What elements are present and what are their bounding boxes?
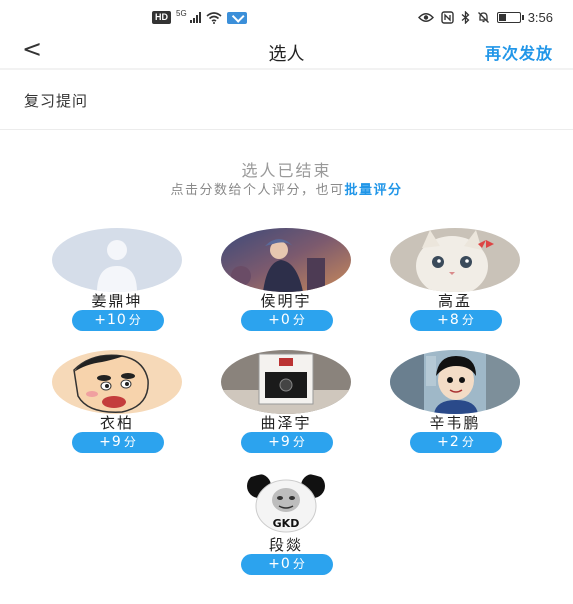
person-card[interactable]: 辛韦鹏 +2 分: [385, 350, 525, 456]
score-value: +0: [268, 556, 291, 572]
nfc-icon: [440, 11, 454, 24]
nav-bar: < 选人 再次发放: [0, 37, 573, 66]
person-name: 侯明宇: [260, 292, 312, 310]
person-card[interactable]: 姜鼎坤 +10 分: [47, 228, 187, 334]
score-value: +8: [437, 312, 460, 328]
score-button[interactable]: +0 分: [241, 554, 333, 575]
score-button[interactable]: +10 分: [72, 310, 164, 331]
score-unit: 分: [292, 435, 306, 449]
resend-button[interactable]: 再次发放: [485, 40, 553, 64]
score-value: +2: [437, 434, 460, 450]
game-character-avatar: [221, 228, 351, 292]
score-value: +9: [268, 434, 291, 450]
question-label: 复习提问: [24, 92, 89, 110]
anime-character-avatar: [390, 350, 520, 414]
battery-icon: [496, 12, 524, 23]
status-clock: 3:56: [527, 10, 553, 25]
score-unit: 分: [292, 313, 306, 327]
section-divider: [0, 129, 573, 130]
eye-icon: [417, 12, 434, 23]
mute-icon: [477, 11, 490, 24]
status-bar-right: 3:56: [417, 10, 553, 25]
network-type-label: 5G: [176, 9, 187, 18]
score-unit: 分: [461, 313, 475, 327]
kitten-avatar: [390, 228, 520, 292]
bluetooth-icon: [461, 11, 470, 24]
score-button[interactable]: +8 分: [410, 310, 502, 331]
person-name: 高孟: [437, 292, 472, 310]
score-unit: 分: [128, 313, 142, 327]
score-button[interactable]: +2 分: [410, 432, 502, 453]
notification-app-icon: [226, 11, 247, 24]
score-value: +0: [268, 312, 291, 328]
status-bar: HD 5G 3:56: [0, 0, 573, 38]
signal-icon: [189, 12, 201, 23]
panda-meme-avatar: GKD: [221, 472, 351, 536]
selection-ended-text: 选人已结束: [241, 161, 332, 180]
person-card[interactable]: 侯明宇 +0 分: [216, 228, 356, 334]
person-name: 衣柏: [99, 414, 134, 432]
score-button[interactable]: +0 分: [241, 310, 333, 331]
avatar-caption: GKD: [273, 517, 300, 530]
hint-prefix: 点击分数给个人评分，也可: [170, 183, 345, 198]
question-row: 复习提问: [0, 70, 573, 130]
score-button[interactable]: +9 分: [72, 432, 164, 453]
status-bar-left: HD 5G: [152, 9, 247, 24]
score-unit: 分: [123, 435, 137, 449]
person-name: 辛韦鹏: [429, 414, 481, 432]
batch-score-link[interactable]: 批量评分: [345, 183, 403, 198]
score-value: +10: [94, 312, 127, 328]
score-button[interactable]: +9 分: [241, 432, 333, 453]
person-name: 姜鼎坤: [91, 292, 143, 310]
default-user-avatar: [52, 228, 182, 292]
score-unit: 分: [292, 557, 306, 571]
person-card[interactable]: 曲泽宇 +9 分: [216, 350, 356, 456]
person-card[interactable]: 衣柏 +9 分: [47, 350, 187, 456]
watch-box-avatar: [221, 350, 351, 414]
person-name: 段燚: [268, 536, 303, 554]
score-unit: 分: [461, 435, 475, 449]
person-name: 曲泽宇: [260, 414, 312, 432]
hd-badge: HD: [152, 11, 171, 24]
person-card[interactable]: 高孟 +8 分: [385, 228, 525, 334]
person-card[interactable]: GKD 段燚 +0 分: [216, 472, 356, 578]
cartoon-boy-avatar: [52, 350, 182, 414]
hint-text: 点击分数给个人评分，也可批量评分: [0, 179, 573, 198]
wifi-icon: [206, 11, 222, 24]
score-value: +9: [99, 434, 122, 450]
